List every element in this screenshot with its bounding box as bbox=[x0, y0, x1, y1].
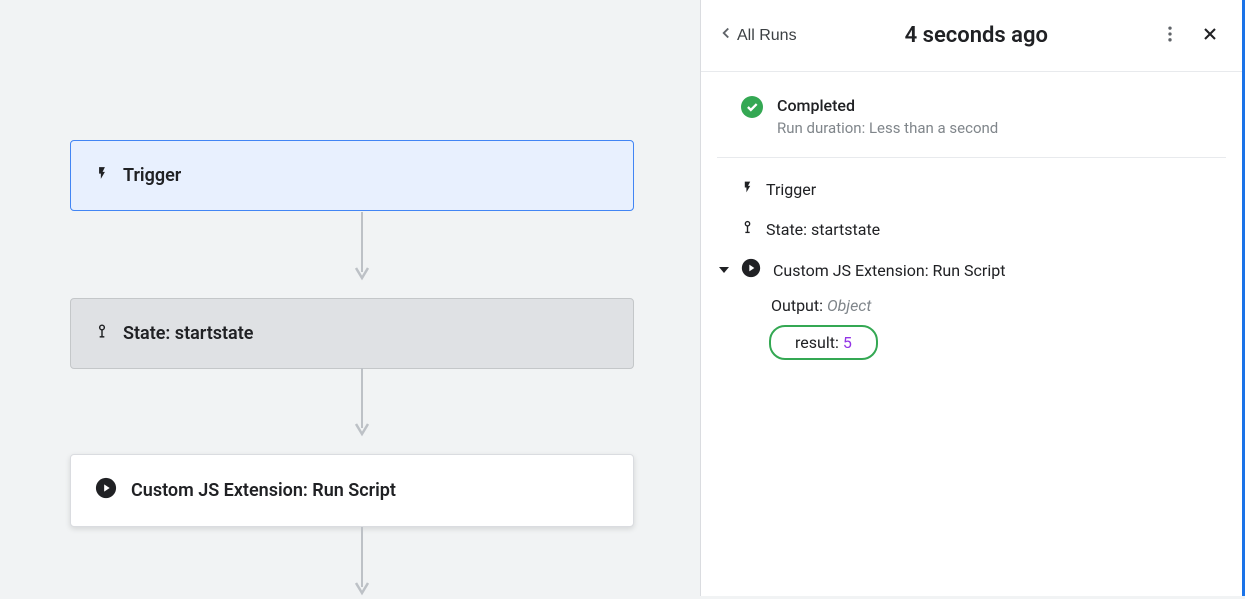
flow-node-label: State: startstate bbox=[123, 323, 253, 344]
status-subtitle: Run duration: Less than a second bbox=[777, 119, 998, 137]
run-step-label: Trigger bbox=[766, 180, 816, 199]
result-value: 5 bbox=[843, 333, 852, 352]
more-menu-button[interactable] bbox=[1156, 20, 1184, 51]
more-vert-icon bbox=[1160, 24, 1180, 47]
result-highlight: result: 5 bbox=[769, 325, 878, 360]
panel-title: 4 seconds ago bbox=[797, 23, 1156, 48]
play-circle-icon bbox=[741, 258, 761, 282]
lightning-icon bbox=[95, 163, 109, 188]
output-block: Output: Object result: 5 bbox=[771, 296, 1218, 360]
flow-arrow bbox=[80, 212, 644, 284]
check-circle-icon bbox=[741, 96, 763, 118]
flow-canvas[interactable]: Trigger State: startstate Custom JS Exte… bbox=[0, 0, 700, 596]
flow-node-label: Trigger bbox=[123, 165, 181, 186]
state-icon bbox=[95, 321, 109, 346]
run-step-label: Custom JS Extension: Run Script bbox=[773, 261, 1005, 280]
expand-toggle-icon[interactable] bbox=[719, 267, 729, 273]
run-step-trigger[interactable]: Trigger bbox=[741, 178, 1218, 200]
run-step-script[interactable]: Custom JS Extension: Run Script bbox=[719, 258, 1218, 282]
output-type: Object bbox=[827, 296, 872, 315]
close-icon bbox=[1200, 24, 1220, 47]
flow-arrow bbox=[80, 368, 644, 440]
chevron-left-icon bbox=[717, 24, 735, 47]
run-step-state[interactable]: State: startstate bbox=[741, 218, 1218, 240]
flow-node-label: Custom JS Extension: Run Script bbox=[131, 480, 396, 501]
run-step-label: State: startstate bbox=[766, 220, 880, 239]
flow-node-trigger[interactable]: Trigger bbox=[70, 140, 634, 211]
run-steps: Trigger State: startstate Custom JS Exte… bbox=[701, 158, 1242, 360]
flow-arrow bbox=[80, 527, 644, 599]
status-title: Completed bbox=[777, 96, 998, 115]
run-details-panel: All Runs 4 seconds ago Completed Run dur… bbox=[700, 0, 1245, 596]
output-label: Output: bbox=[771, 296, 823, 315]
state-icon bbox=[741, 218, 754, 240]
panel-header: All Runs 4 seconds ago bbox=[701, 0, 1242, 72]
close-button[interactable] bbox=[1196, 20, 1224, 51]
play-circle-icon bbox=[95, 477, 117, 504]
result-key: result: bbox=[795, 333, 839, 352]
back-button-label: All Runs bbox=[737, 27, 797, 45]
status-block: Completed Run duration: Less than a seco… bbox=[717, 72, 1226, 158]
lightning-icon bbox=[741, 178, 754, 200]
back-button[interactable]: All Runs bbox=[717, 24, 797, 47]
flow-node-script[interactable]: Custom JS Extension: Run Script bbox=[70, 454, 634, 527]
flow-node-state[interactable]: State: startstate bbox=[70, 298, 634, 369]
